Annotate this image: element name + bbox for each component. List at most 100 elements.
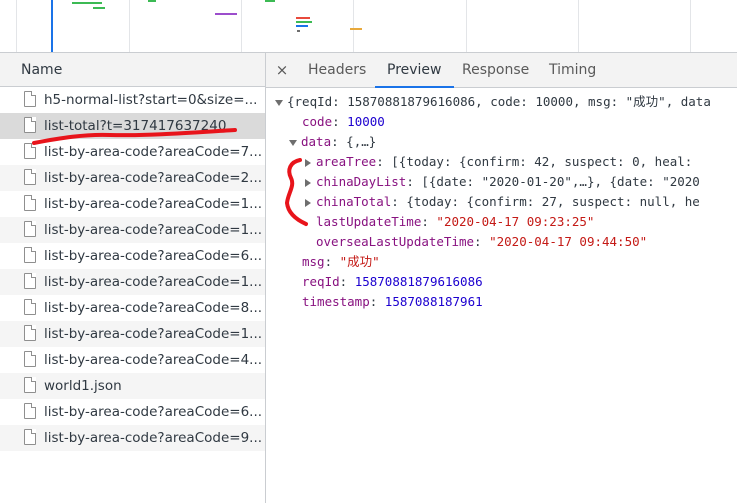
document-icon [24, 299, 36, 315]
json-key: areaTree [316, 154, 377, 169]
timeline-gridline [353, 0, 354, 52]
request-row[interactable]: list-by-area-code?areaCode=9... [0, 425, 265, 451]
request-name: world1.json [44, 378, 122, 394]
document-icon [24, 221, 36, 237]
document-icon [24, 117, 36, 133]
timeline-bar [148, 0, 156, 2]
document-icon [24, 143, 36, 159]
tab-preview[interactable]: Preview [375, 53, 454, 88]
json-string: "2020-04-17 09:23:25" [436, 214, 595, 229]
timeline-bar [93, 7, 105, 9]
json-number: 10000 [347, 114, 385, 129]
expanded-triangle-icon[interactable] [275, 99, 283, 106]
document-icon [24, 351, 36, 367]
name-column-header[interactable]: Name [0, 53, 265, 87]
timeline-bar [296, 17, 310, 19]
request-name: list-by-area-code?areaCode=2... [44, 170, 263, 186]
document-icon [24, 273, 36, 289]
timeline-gridline [129, 0, 130, 52]
request-list-pane: Name h5-normal-list?start=0&size=... list… [0, 53, 266, 503]
request-row[interactable]: list-by-area-code?areaCode=2... [0, 165, 265, 191]
timeline-bar [297, 30, 300, 32]
timeline-bar [296, 21, 312, 23]
request-name: list-by-area-code?areaCode=1... [44, 196, 263, 212]
request-row[interactable]: list-by-area-code?areaCode=1... [0, 217, 265, 243]
json-key: chinaDayList [316, 174, 407, 189]
request-row[interactable]: world1.json [0, 373, 265, 399]
json-array-summary: [{date: "2020-01-20",…}, {date: "2020 [421, 174, 700, 189]
json-key: data [301, 134, 332, 149]
json-string: "成功" [339, 254, 380, 269]
request-row[interactable]: list-total?t=317417637240 [0, 113, 265, 139]
timeline-bar [296, 25, 308, 27]
request-row[interactable]: list-by-area-code?areaCode=1... [0, 191, 265, 217]
document-icon [24, 169, 36, 185]
document-icon [24, 91, 36, 107]
json-key: timestamp [302, 294, 370, 309]
json-key: lastUpdateTime [316, 214, 422, 229]
request-name: list-by-area-code?areaCode=9... [44, 430, 263, 446]
collapsed-triangle-icon[interactable] [305, 158, 311, 167]
json-row-areaTree[interactable]: areaTree: [{today: {confirm: 42, suspect… [266, 152, 737, 172]
json-row-msg: msg: "成功" [302, 254, 380, 269]
json-root-summary: {reqId: 15870881879616086, code: 10000, … [287, 94, 711, 109]
tab-headers[interactable]: Headers [296, 53, 378, 87]
request-row[interactable]: list-by-area-code?areaCode=6... [0, 243, 265, 269]
json-row-lastUpdateTime: lastUpdateTime: "2020-04-17 09:23:25" [316, 214, 595, 229]
request-name: list-by-area-code?areaCode=6... [44, 248, 263, 264]
request-row[interactable]: list-by-area-code?areaCode=8... [0, 295, 265, 321]
request-row[interactable]: list-by-area-code?areaCode=7... [0, 139, 265, 165]
request-row[interactable]: list-by-area-code?areaCode=6... [0, 399, 265, 425]
json-preview: {reqId: 15870881879616086, code: 10000, … [266, 88, 737, 312]
document-icon [24, 325, 36, 341]
json-object-summary: {today: {confirm: 27, suspect: null, he [406, 194, 700, 209]
json-row-code: code: 10000 [302, 114, 385, 129]
json-string: "2020-04-17 09:44:50" [489, 234, 648, 249]
json-root-row[interactable]: {reqId: 15870881879616086, code: 10000, … [266, 92, 737, 112]
network-overview-timeline[interactable] [0, 0, 737, 53]
json-row-reqId: reqId: 15870881879616086 [302, 274, 483, 289]
request-name: list-by-area-code?areaCode=6... [44, 404, 263, 420]
document-icon [24, 403, 36, 419]
json-row-chinaDayList[interactable]: chinaDayList: [{date: "2020-01-20",…}, {… [266, 172, 737, 192]
timeline-gridline [241, 0, 242, 52]
request-name: list-by-area-code?areaCode=4... [44, 352, 263, 368]
request-name: list-by-area-code?areaCode=1... [44, 222, 263, 238]
timeline-gridline [578, 0, 579, 52]
request-name: list-by-area-code?areaCode=7... [44, 144, 263, 160]
request-row[interactable]: list-by-area-code?areaCode=1... [0, 269, 265, 295]
request-detail-pane: × Headers Preview Response Timing {reqId… [266, 53, 737, 503]
json-key: overseaLastUpdateTime [316, 234, 475, 249]
timeline-bar [72, 2, 102, 4]
document-icon [24, 377, 36, 393]
collapsed-triangle-icon[interactable] [305, 198, 311, 207]
document-icon [24, 195, 36, 211]
json-row-chinaTotal[interactable]: chinaTotal: {today: {confirm: 27, suspec… [266, 192, 737, 212]
tab-timing[interactable]: Timing [537, 53, 608, 87]
json-array-summary: [{today: {confirm: 42, suspect: 0, heal: [391, 154, 693, 169]
request-name: list-total?t=317417637240 [44, 118, 227, 134]
timeline-gridline [690, 0, 691, 52]
collapsed-triangle-icon[interactable] [305, 178, 311, 187]
request-list: h5-normal-list?start=0&size=... list-tota… [0, 87, 265, 451]
timeline-gridline [466, 0, 467, 52]
json-number: 1587088187961 [384, 294, 483, 309]
detail-tabbar: × Headers Preview Response Timing [266, 53, 737, 88]
timeline-bar [265, 0, 275, 2]
tab-response[interactable]: Response [450, 53, 541, 87]
expanded-triangle-icon[interactable] [289, 139, 297, 146]
timeline-bar [350, 28, 362, 30]
request-name: list-by-area-code?areaCode=1... [44, 274, 263, 290]
close-icon[interactable]: × [275, 61, 289, 79]
request-name: list-by-area-code?areaCode=8... [44, 300, 263, 316]
request-row[interactable]: h5-normal-list?start=0&size=... [0, 87, 265, 113]
timeline-cursor[interactable] [51, 0, 53, 52]
json-key: reqId [302, 274, 340, 289]
json-number: 15870881879616086 [354, 274, 483, 289]
timeline-gridline [16, 0, 17, 52]
request-row[interactable]: list-by-area-code?areaCode=4... [0, 347, 265, 373]
request-row[interactable]: list-by-area-code?areaCode=1... [0, 321, 265, 347]
json-row-data[interactable]: data: {,…} [266, 132, 737, 152]
request-name: list-by-area-code?areaCode=1... [44, 326, 263, 342]
json-row-timestamp: timestamp: 1587088187961 [302, 294, 483, 309]
